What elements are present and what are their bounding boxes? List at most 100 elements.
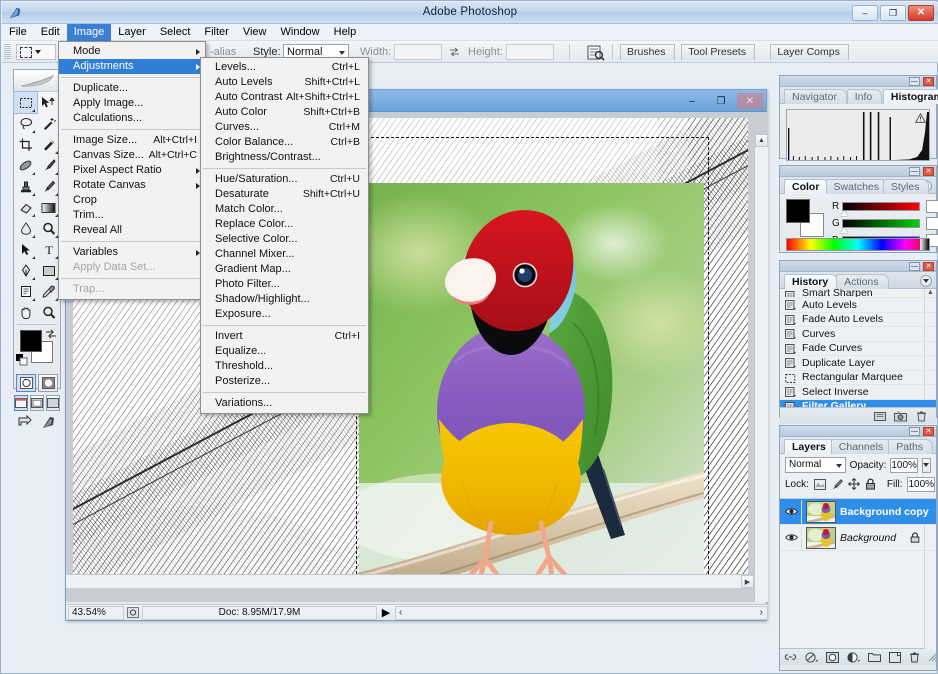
image-menu-dropdown[interactable]: ModeAdjustments Duplicate...Apply Image..… xyxy=(58,41,206,300)
tool-move[interactable] xyxy=(37,92,60,113)
histogram-close-button[interactable]: ✕ xyxy=(923,77,934,86)
menu-item-threshold[interactable]: Threshold... xyxy=(201,359,368,374)
lock-position-icon[interactable] xyxy=(848,478,860,491)
color-palette-bar[interactable]: — ✕ xyxy=(780,166,936,177)
history-state-row[interactable]: Select Inverse xyxy=(780,385,936,400)
blend-mode-select[interactable]: Normal xyxy=(785,457,846,473)
options-tab-brushes[interactable]: Brushes xyxy=(620,44,675,60)
menu-item-invert[interactable]: InvertCtrl+I xyxy=(201,329,368,344)
history-state-row[interactable]: Fade Auto Levels xyxy=(780,313,936,328)
tab-color[interactable]: Color xyxy=(784,179,829,194)
lock-image-icon[interactable] xyxy=(831,478,843,491)
tool-brush[interactable] xyxy=(37,155,60,176)
tab-info[interactable]: Info xyxy=(847,89,883,104)
menu-item-curves[interactable]: Curves...Ctrl+M xyxy=(201,120,368,135)
full-screen-menubar-mode-button[interactable] xyxy=(30,395,44,411)
menu-item-match-color[interactable]: Match Color... xyxy=(201,202,368,217)
menu-item-levels[interactable]: Levels...Ctrl+L xyxy=(201,60,368,75)
tab-channels[interactable]: Channels xyxy=(831,439,893,454)
layer-thumbnail[interactable] xyxy=(806,527,836,549)
layers-close-button[interactable]: ✕ xyxy=(923,427,934,436)
canvas-horizontal-scrollbar[interactable]: ▶ xyxy=(66,574,754,588)
menubar-item-window[interactable]: Window xyxy=(274,24,327,41)
tool-history-brush[interactable] xyxy=(37,176,60,197)
menu-item-apply-image[interactable]: Apply Image... xyxy=(59,96,205,111)
histogram-palette-bar[interactable]: — ✕ xyxy=(780,76,936,87)
imageready-icon[interactable] xyxy=(41,415,56,430)
menu-item-exposure[interactable]: Exposure... xyxy=(201,307,368,322)
menu-item-color-balance[interactable]: Color Balance...Ctrl+B xyxy=(201,135,368,150)
new-group-icon[interactable] xyxy=(868,651,881,663)
menu-item-selective-color[interactable]: Selective Color... xyxy=(201,232,368,247)
channel-value-g[interactable]: 0 xyxy=(926,217,938,230)
tool-type[interactable]: T xyxy=(37,239,60,260)
menubar-item-image[interactable]: Image xyxy=(67,24,112,41)
tab-swatches[interactable]: Swatches xyxy=(826,179,890,194)
canvas-vertical-scrollbar[interactable]: ▲ xyxy=(754,134,768,602)
opacity-stepper[interactable] xyxy=(922,458,931,473)
tool-lasso[interactable] xyxy=(14,113,37,134)
opacity-value[interactable]: 100% xyxy=(890,458,918,473)
tab-layers[interactable]: Layers xyxy=(784,439,836,454)
tool-crop[interactable] xyxy=(14,134,37,155)
menu-item-pixel-aspect-ratio[interactable]: Pixel Aspect Ratio xyxy=(59,163,205,178)
tab-history[interactable]: History xyxy=(784,274,838,289)
tool-shape[interactable] xyxy=(37,260,60,281)
menu-item-adjustments[interactable]: Adjustments xyxy=(59,59,205,74)
channel-track-r[interactable] xyxy=(842,202,920,211)
histogram-warning-icon[interactable] xyxy=(915,113,926,123)
quick-mask-mode-button[interactable] xyxy=(38,374,58,392)
adjustments-submenu[interactable]: Levels...Ctrl+LAuto LevelsShift+Ctrl+LAu… xyxy=(200,57,369,414)
tab-styles[interactable]: Styles xyxy=(883,179,930,194)
history-state-row[interactable]: Rectangular Marquee xyxy=(780,371,936,386)
tool-rectangular-marquee[interactable] xyxy=(14,92,37,113)
active-tool-preview[interactable] xyxy=(16,44,56,60)
menu-item-duplicate[interactable]: Duplicate... xyxy=(59,81,205,96)
tool-healing-brush[interactable] xyxy=(14,155,37,176)
menu-item-reveal-all[interactable]: Reveal All xyxy=(59,223,205,238)
color-minimize-button[interactable]: — xyxy=(909,167,920,176)
history-state-list[interactable]: ▲ ▼ Smart SharpenAuto LevelsFade Auto Le… xyxy=(780,289,936,407)
channel-thumb-g[interactable] xyxy=(840,228,848,233)
tab-paths[interactable]: Paths xyxy=(888,439,933,454)
tool-eyedropper[interactable] xyxy=(37,281,60,302)
tool-hand[interactable] xyxy=(14,302,37,323)
swap-colors-icon[interactable] xyxy=(45,328,57,340)
link-icon[interactable] xyxy=(784,651,797,663)
tab-navigator[interactable]: Navigator xyxy=(784,89,847,104)
footer-resize-grip[interactable] xyxy=(928,651,937,663)
close-button[interactable]: ✕ xyxy=(908,5,934,21)
tab-histogram[interactable]: Histogram xyxy=(883,89,938,104)
adjustment-layer-icon[interactable] xyxy=(847,651,860,663)
delete-icon[interactable] xyxy=(915,410,928,422)
menu-item-trim[interactable]: Trim... xyxy=(59,208,205,223)
foreground-color-swatch[interactable] xyxy=(20,330,42,352)
maximize-button[interactable]: ❐ xyxy=(880,5,906,21)
menu-item-mode[interactable]: Mode xyxy=(59,44,205,59)
color-foreground-swatch[interactable] xyxy=(786,199,810,223)
scroll-right-arrow[interactable]: ▶ xyxy=(741,575,754,588)
channel-thumb-r[interactable] xyxy=(840,211,848,216)
tool-dodge[interactable] xyxy=(37,218,60,239)
zoom-level-field[interactable]: 43.54% xyxy=(68,606,124,620)
tool-zoom[interactable] xyxy=(37,302,60,323)
toolbox-header[interactable] xyxy=(14,70,60,92)
menubar-item-edit[interactable]: Edit xyxy=(34,24,67,41)
standard-mode-button[interactable] xyxy=(16,374,36,392)
standard-screen-mode-button[interactable] xyxy=(14,395,28,411)
swap-dimensions-icon[interactable] xyxy=(449,47,460,57)
layer-row[interactable]: Background copy xyxy=(780,499,936,525)
height-input[interactable] xyxy=(506,44,554,60)
menu-item-brightness-contrast[interactable]: Brightness/Contrast... xyxy=(201,150,368,165)
menubar-item-select[interactable]: Select xyxy=(153,24,198,41)
options-bar-grip[interactable] xyxy=(4,44,11,60)
tool-pen[interactable] xyxy=(14,260,37,281)
tool-slice[interactable] xyxy=(37,134,60,155)
options-tab-tool-presets[interactable]: Tool Presets xyxy=(681,44,755,60)
jump-to-imageready-icon[interactable] xyxy=(18,415,37,430)
lock-transparent-icon[interactable] xyxy=(814,478,826,491)
new-layer-icon[interactable] xyxy=(889,651,901,663)
menu-item-variables[interactable]: Variables xyxy=(59,245,205,260)
menu-item-desaturate[interactable]: DesaturateShift+Ctrl+U xyxy=(201,187,368,202)
tab-actions[interactable]: Actions xyxy=(836,274,888,289)
